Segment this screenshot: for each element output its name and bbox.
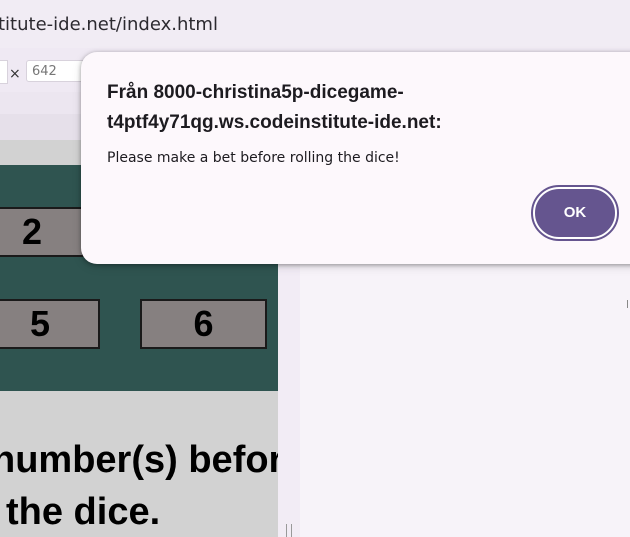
width-input[interactable] — [0, 60, 8, 84]
dimension-separator-icon: × — [9, 66, 21, 82]
die-button-6[interactable]: 6 — [140, 299, 267, 349]
die-button-5[interactable]: 5 — [0, 299, 100, 349]
instruction-line-1: number(s) before — [0, 439, 278, 481]
alert-dialog: Från 8000-christina5p-dicegame-t4ptf4y71… — [81, 52, 630, 264]
resize-handle-icon[interactable] — [286, 524, 292, 537]
instruction-line-2: the dice. — [6, 491, 161, 533]
dialog-title: Från 8000-christina5p-dicegame-t4ptf4y71… — [107, 82, 442, 133]
die-button-2[interactable]: 2 — [0, 207, 84, 257]
dialog-message: Please make a bet before rolling the dic… — [107, 150, 400, 166]
address-bar[interactable]: titute-ide.net/index.html — [0, 0, 630, 48]
ok-button[interactable]: OK — [531, 185, 619, 241]
url-text[interactable]: titute-ide.net/index.html — [0, 14, 218, 35]
edge-marker — [627, 300, 628, 308]
height-input[interactable]: 642 — [26, 60, 88, 82]
